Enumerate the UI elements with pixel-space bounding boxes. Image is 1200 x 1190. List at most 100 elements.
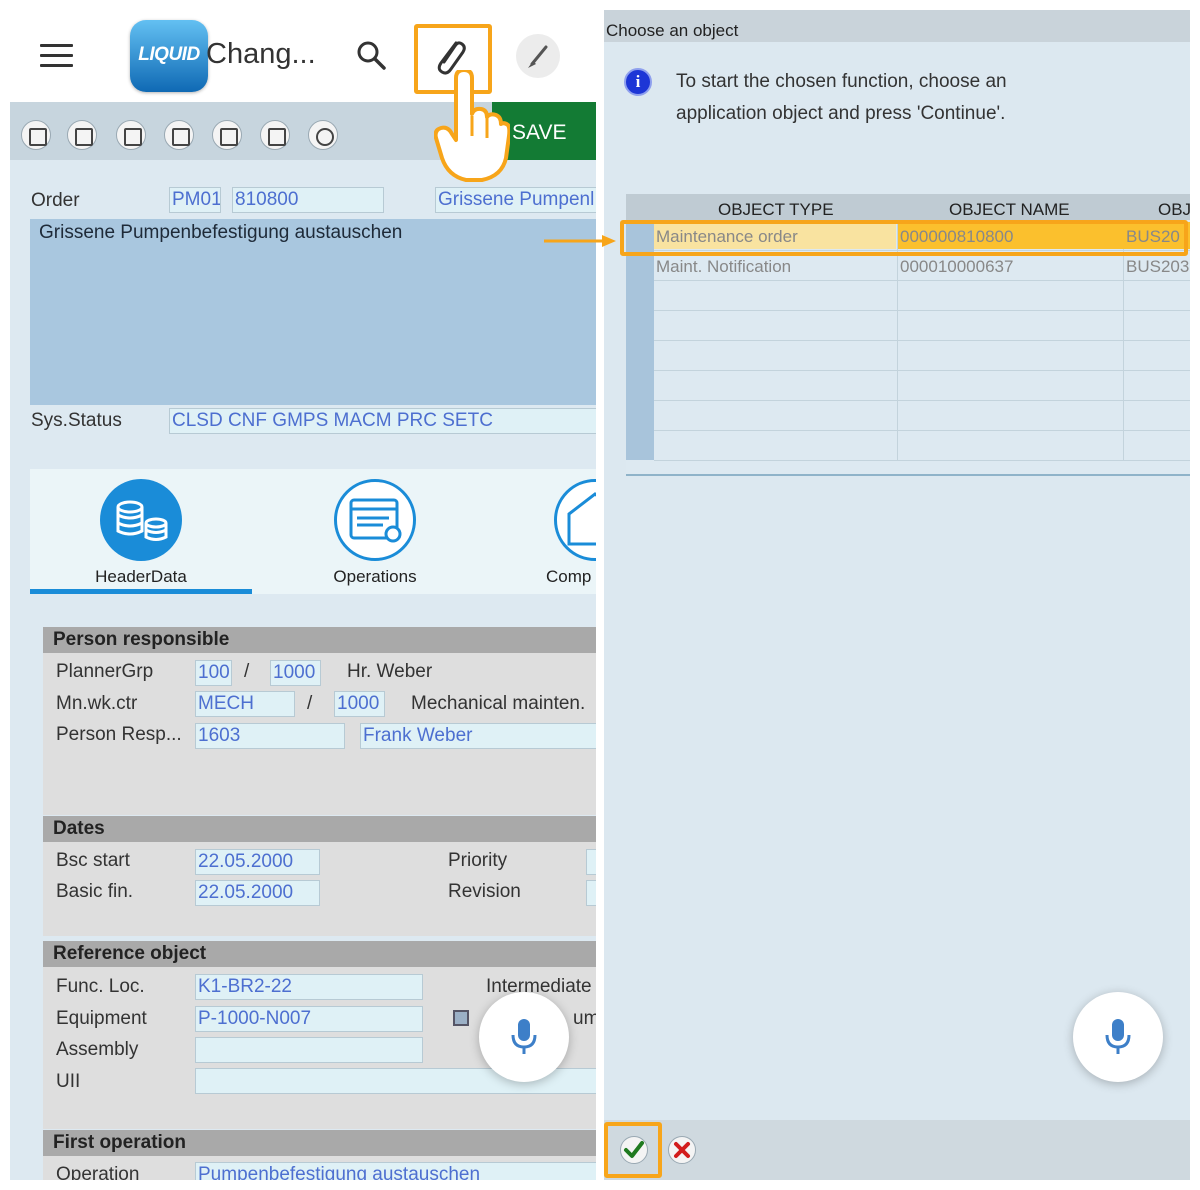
column-header: OBJ <box>1158 200 1190 219</box>
basic-finish-field[interactable]: 22.05.2000 <box>195 880 320 906</box>
column-header: OBJECT NAME <box>949 200 1070 219</box>
work-center-field[interactable]: MECH <box>195 691 295 717</box>
revision-field[interactable] <box>586 880 596 906</box>
operations-icon <box>334 479 416 561</box>
section-title: Reference object <box>53 943 207 964</box>
section-header: Person responsible <box>43 627 596 653</box>
person-resp-label: Person Resp... <box>56 724 182 745</box>
document-icon[interactable] <box>164 120 194 150</box>
microphone-icon <box>511 1019 537 1054</box>
operation-label: Operation <box>56 1164 140 1180</box>
selected-row-highlight[interactable] <box>620 220 1188 256</box>
dates-section: Dates Bsc start 22.05.2000 Priority Basi… <box>43 816 596 936</box>
table-header: OBJECT TYPE OBJECT NAME OBJ <box>626 194 1190 220</box>
choose-object-dialog: Choose an object i To start the chosen f… <box>604 10 1190 1180</box>
table-cell[interactable]: BUS203 <box>1126 257 1190 277</box>
section-header: First operation <box>43 1130 596 1156</box>
order-short-text-field[interactable]: Grissene Pumpenl <box>435 187 596 213</box>
continue-button-highlight <box>604 1122 662 1178</box>
table-cell[interactable]: 000010000637 <box>900 257 1120 277</box>
dialog-footer <box>604 1120 1190 1180</box>
info-icon[interactable] <box>308 120 338 150</box>
equipment-label: Equipment <box>56 1008 147 1029</box>
copy-icon[interactable] <box>116 120 146 150</box>
menu-icon[interactable] <box>40 44 73 68</box>
logo-text: LIQUID <box>138 44 200 65</box>
section-header: Reference object <box>43 941 596 967</box>
tab-headerdata[interactable]: HeaderData <box>58 479 224 587</box>
person-resp-name-field: Frank Weber <box>360 723 596 749</box>
dialog-title-bar: Choose an object <box>604 10 1190 42</box>
move-icon[interactable] <box>67 120 97 150</box>
func-loc-field[interactable]: K1-BR2-22 <box>195 974 423 1000</box>
long-text-value: Grissene Pumpenbefestigung austauschen <box>39 222 403 243</box>
assembly-field[interactable] <box>195 1037 423 1063</box>
dialog-title: Choose an object <box>606 21 739 40</box>
liquid-logo: LIQUID <box>130 20 208 92</box>
order-label: Order <box>31 190 80 211</box>
planner-plant-field[interactable]: 1000 <box>270 660 321 686</box>
microphone-button[interactable] <box>1073 992 1163 1082</box>
planner-field[interactable]: 100 <box>195 660 232 686</box>
save-label: SAVE <box>512 121 567 144</box>
func-loc-label: Func. Loc. <box>56 976 145 997</box>
release-icon[interactable] <box>212 120 242 150</box>
column-header: OBJECT TYPE <box>718 200 834 219</box>
order-type-field[interactable]: PM01 <box>169 187 221 213</box>
equipment-field[interactable]: P-1000-N007 <box>195 1006 423 1032</box>
order-change-screen: LIQUID Chang... SAVE Order PM01 810800 G… <box>10 10 596 1180</box>
uii-label: UII <box>56 1071 81 1092</box>
copy-icon[interactable] <box>453 1010 469 1026</box>
tab-components-label: Comp <box>546 567 592 586</box>
work-center-label: Mn.wk.ctr <box>56 693 138 714</box>
section-title: Person responsible <box>53 629 230 650</box>
search-icon[interactable] <box>356 40 386 70</box>
basic-start-field[interactable]: 22.05.2000 <box>195 849 320 875</box>
planner-label: PlannerGrp <box>56 661 154 682</box>
pointer-hand-icon <box>434 70 510 182</box>
first-operation-section: First operation Operation Pumpenbefestig… <box>43 1130 596 1180</box>
order-long-text[interactable]: Grissene Pumpenbefestigung austauschen <box>30 219 596 405</box>
components-icon <box>554 479 596 561</box>
revision-label: Revision <box>448 881 521 902</box>
work-center-plant-field[interactable]: 1000 <box>334 691 385 717</box>
clipboard-icon[interactable] <box>260 120 290 150</box>
brush-icon[interactable] <box>516 34 560 78</box>
tab-operations-label: Operations <box>333 567 417 586</box>
arrow-right-icon <box>544 235 616 247</box>
close-icon <box>674 1142 690 1158</box>
table-cell[interactable]: Maint. Notification <box>656 257 894 277</box>
basic-finish-label: Basic fin. <box>56 881 134 902</box>
edit-icon[interactable] <box>21 120 51 150</box>
active-tab-indicator <box>30 589 252 594</box>
section-header: Dates <box>43 816 596 842</box>
operation-field[interactable]: Pumpenbefestigung austauschen <box>195 1162 596 1180</box>
tab-headerdata-label: HeaderData <box>95 567 187 586</box>
cancel-button[interactable] <box>668 1136 696 1164</box>
microphone-icon <box>1105 1019 1131 1054</box>
tab-components[interactable]: Comp <box>512 479 596 587</box>
app-title: Chang... <box>206 38 316 70</box>
info-line-2: application object and press 'Continue'. <box>676 103 1006 124</box>
order-number-field[interactable]: 810800 <box>232 187 384 213</box>
section-title: Dates <box>53 818 105 839</box>
person-responsible-section: Person responsible PlannerGrp 100 / 1000… <box>43 627 596 815</box>
sys-status-field: CLSD CNF GMPS MACM PRC SETC <box>169 408 596 434</box>
tab-operations[interactable]: Operations <box>292 479 458 587</box>
info-icon: i <box>624 68 652 96</box>
separator: / <box>244 661 250 682</box>
tab-strip: HeaderData Operations Comp <box>30 469 596 594</box>
summary-label: um <box>573 1008 596 1029</box>
microphone-button[interactable] <box>479 992 569 1082</box>
priority-field[interactable] <box>586 849 596 875</box>
priority-label: Priority <box>448 850 508 871</box>
row-selector-column[interactable] <box>626 220 654 460</box>
person-resp-field[interactable]: 1603 <box>195 723 345 749</box>
sys-status-label: Sys.Status <box>31 410 122 431</box>
section-title: First operation <box>53 1132 187 1153</box>
info-line-1: To start the chosen function, choose an <box>676 71 1007 92</box>
planner-name: Hr. Weber <box>347 661 433 682</box>
separator: / <box>307 693 313 714</box>
database-icon <box>100 479 182 561</box>
info-message: To start the chosen function, choose an … <box>676 66 1007 130</box>
